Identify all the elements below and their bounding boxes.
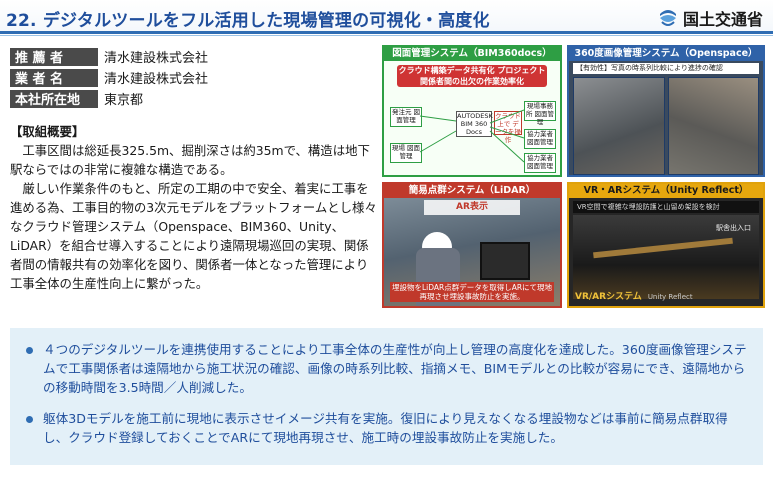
vr-scene: 駅舎出入口 (573, 215, 759, 299)
panel-openspace: 360度画像管理システム（Openspace） 【有効性】写真の時系列比較により… (567, 45, 765, 177)
info-row-recommender: 推 薦 者 清水建設株式会社 (10, 47, 375, 66)
vr-caption-main: VR/ARシステム (575, 292, 642, 302)
tablet-icon (480, 242, 530, 280)
summary-text: 躯体3Dモデルを施工前に現地に表示させイメージ共有を実施。復旧により見えなくなる… (43, 411, 728, 445)
openspace-photos (573, 77, 759, 175)
info-label: 本社所在地 (10, 89, 98, 108)
panel-vr: VR・ARシステム（Unity Reflect） VR空間で複雑な埋設防護と山留… (567, 182, 765, 308)
info-label: 推 薦 者 (10, 47, 98, 66)
summary-bullet: 躯体3Dモデルを施工前に現地に表示させイメージ共有を実施。復旧により見えなくなる… (26, 409, 747, 447)
summary-bullet: ４つのデジタルツールを連携使用することにより工事全体の生産性が向上し管理の高度化… (26, 340, 747, 397)
diagram-connectors (419, 109, 525, 163)
overview-paragraph-2: 厳しい作業条件のもと、所定の工期の中で安全、着実に工事を進める為、工事目的物の3… (10, 181, 377, 291)
title-bar: 22. デジタルツールをフル活用した現場管理の可視化・高度化 国土交通省 (0, 0, 773, 36)
site-photo (573, 77, 665, 175)
vr-beam (593, 237, 733, 259)
panel-title: 360度画像管理システム（Openspace） (569, 47, 763, 61)
ar-label: AR表示 (424, 200, 520, 215)
panel-bim360: 図面管理システム（BIM360docs） クラウド構築データ共有化 プロジェクト… (382, 45, 562, 177)
title-rule-thin (0, 35, 773, 36)
lidar-caption: 埋設物をLiDAR点群データを取得しARにて現地再現させ埋設事故防止を実施。 (390, 282, 554, 302)
bim360-diagram: 発注元 図面管理 現場事務所 図面管理 協力業者 図面管理 現場 図面管理 協力… (384, 87, 560, 173)
vr-caption-sub: Unity Reflect (647, 293, 693, 301)
openspace-strip: 【有効性】写真の時系列比較により進捗の確認 (573, 63, 759, 74)
panel-title: VR・ARシステム（Unity Reflect） (569, 184, 763, 198)
info-value: 清水建設株式会社 (104, 72, 209, 87)
panel-lidar: 簡易点群システム（LiDAR） AR表示 埋設物をLiDAR点群データを取得しA… (382, 182, 562, 308)
vr-caption: VR/ARシステム Unity Reflect (575, 289, 693, 302)
title-rule (0, 31, 773, 34)
vr-strip: VR空間で複雑な埋設防護と山留め架設を検討 (573, 201, 759, 213)
vr-exit-label: 駅舎出入口 (716, 224, 751, 232)
bullet-dot-icon (26, 347, 33, 354)
info-value: 東京都 (104, 93, 144, 108)
page-title: 22. デジタルツールをフル活用した現場管理の可視化・高度化 (6, 11, 490, 31)
info-table: 推 薦 者 清水建設株式会社 業 者 名 清水建設株式会社 本社所在地 東京都 (10, 47, 375, 110)
overview-paragraph-1: 工事区間は総延長325.5m、掘削深さは約35mで、構造は地下駅ならではの非常に… (10, 143, 370, 177)
cloud-banner: クラウド構築データ共有化 プロジェクト関係者間の出欠の作業効率化 (397, 65, 547, 87)
info-row-company: 業 者 名 清水建設株式会社 (10, 68, 375, 87)
summary-text: ４つのデジタルツールを連携使用することにより工事全体の生産性が向上し管理の高度化… (43, 342, 747, 395)
overview: 【取組概要】 工事区間は総延長325.5m、掘削深さは約35mで、構造は地下駅な… (10, 122, 378, 293)
panel-title: 簡易点群システム（LiDAR） (384, 184, 560, 198)
summary-box: ４つのデジタルツールを連携使用することにより工事全体の生産性が向上し管理の高度化… (10, 328, 763, 465)
panel-title: 図面管理システム（BIM360docs） (384, 47, 560, 61)
overview-heading: 【取組概要】 (10, 124, 85, 139)
info-label: 業 者 名 (10, 68, 98, 87)
info-value: 清水建設株式会社 (104, 51, 209, 66)
site-photo (667, 77, 759, 175)
mlit-logo-icon (659, 10, 676, 26)
info-row-headquarters: 本社所在地 東京都 (10, 89, 375, 108)
ministry-mark: 国土交通省 (658, 6, 763, 30)
bullet-dot-icon (26, 416, 33, 423)
ministry-name: 国土交通省 (682, 10, 763, 29)
